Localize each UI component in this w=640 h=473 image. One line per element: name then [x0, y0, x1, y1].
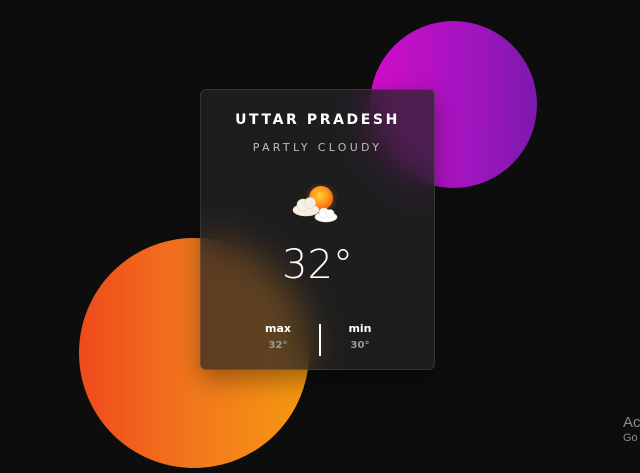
min-label: min [348, 322, 372, 335]
activation-title: Ac [623, 414, 640, 431]
location-title: UTTAR PRADESH [235, 112, 400, 128]
weather-card: UTTAR PRADESH PARTLY CLOUDY 32° max 32° … [200, 89, 435, 370]
temperature-range: max 32° min 30° [201, 322, 434, 358]
max-temperature-group: max 32° [248, 322, 308, 351]
partly-cloudy-icon [289, 182, 345, 229]
min-temperature-group: min 30° [330, 322, 390, 351]
weather-stage: UTTAR PRADESH PARTLY CLOUDY 32° max 32° … [0, 0, 640, 473]
weather-condition: PARTLY CLOUDY [252, 141, 383, 154]
activation-subtitle: Go [623, 432, 638, 444]
range-divider [319, 324, 321, 356]
windows-activation-watermark: Ac Go [623, 414, 640, 444]
min-value: 30° [350, 340, 370, 351]
max-value: 32° [268, 340, 288, 351]
max-label: max [265, 322, 291, 335]
current-temperature: 32° [282, 242, 353, 288]
